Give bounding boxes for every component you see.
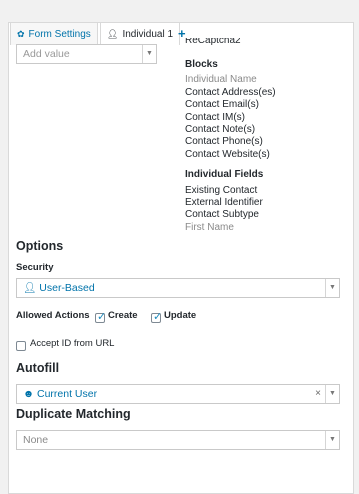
individual-fields-heading: Individual Fields — [185, 169, 264, 181]
add-value-select[interactable]: Add value ▼ — [16, 44, 157, 64]
autofill-value: Current User — [36, 388, 98, 400]
field-item[interactable]: Existing Contact — [185, 185, 276, 197]
security-value: User-Based — [39, 282, 95, 294]
create-label: Create — [108, 310, 138, 321]
security-select[interactable]: 👤︎ User-Based ▼ — [16, 278, 340, 298]
duplicate-matching-heading: Duplicate Matching — [16, 407, 131, 421]
block-item[interactable]: Contact Address(es) — [185, 87, 276, 99]
checkmark-icon: ✓ — [97, 311, 107, 323]
duplicate-matching-select[interactable]: None ▼ — [16, 430, 340, 450]
field-item[interactable]: First Name — [185, 222, 276, 234]
user-circle-icon: ☻ — [23, 388, 35, 400]
block-item[interactable]: Contact IM(s) — [185, 112, 276, 124]
user-icon: 👤︎ — [23, 282, 37, 294]
allowed-actions-label: Allowed Actions — [16, 310, 90, 321]
tab-individual-1-label: Individual 1 — [122, 29, 174, 40]
duplicate-matching-value: None — [23, 434, 49, 446]
tab-individual-1[interactable]: 👤︎ Individual 1 — [100, 22, 181, 45]
chevron-down-icon[interactable]: ▼ — [325, 385, 339, 403]
block-item[interactable]: Contact Note(s) — [185, 124, 276, 136]
top-bar — [0, 0, 359, 10]
autofill-heading: Autofill — [16, 361, 60, 375]
blocks-heading: Blocks — [185, 59, 218, 70]
block-item-recaptcha[interactable]: ReCaptcha2 — [185, 38, 276, 46]
clear-icon[interactable]: × — [315, 385, 321, 403]
options-heading: Options — [16, 239, 64, 253]
block-item[interactable]: Individual Name — [185, 74, 276, 86]
field-item[interactable]: Contact Subtype — [185, 209, 276, 221]
tab-form-settings[interactable]: ✿ Form Settings — [10, 22, 98, 45]
gear-icon: ✿ — [17, 29, 25, 39]
update-checkbox[interactable]: ✓ — [151, 311, 163, 323]
autofill-select[interactable]: ☻ Current User × ▼ — [16, 384, 340, 404]
checkmark-icon: ✓ — [153, 311, 163, 323]
chevron-down-icon[interactable]: ▼ — [142, 45, 156, 63]
block-item[interactable]: Contact Website(s) — [185, 149, 276, 161]
block-item[interactable]: Contact Email(s) — [185, 99, 276, 111]
user-icon: 👤︎ — [107, 29, 119, 39]
tab-form-settings-label: Form Settings — [28, 29, 91, 40]
field-item[interactable]: External Identifier — [185, 197, 276, 209]
add-value-placeholder: Add value — [23, 48, 70, 60]
create-checkbox[interactable]: ✓ — [95, 311, 107, 323]
update-label: Update — [164, 310, 197, 321]
chevron-down-icon[interactable]: ▼ — [325, 279, 339, 297]
accept-id-checkbox[interactable] — [16, 341, 26, 351]
security-label: Security — [16, 262, 54, 273]
block-item[interactable]: Contact Phone(s) — [185, 136, 276, 148]
settings-panel — [8, 22, 354, 494]
accept-id-label: Accept ID from URL — [30, 338, 115, 349]
chevron-down-icon[interactable]: ▼ — [325, 431, 339, 449]
blocks-list: ReCaptcha2 Blocks Individual Name Contac… — [185, 38, 276, 234]
